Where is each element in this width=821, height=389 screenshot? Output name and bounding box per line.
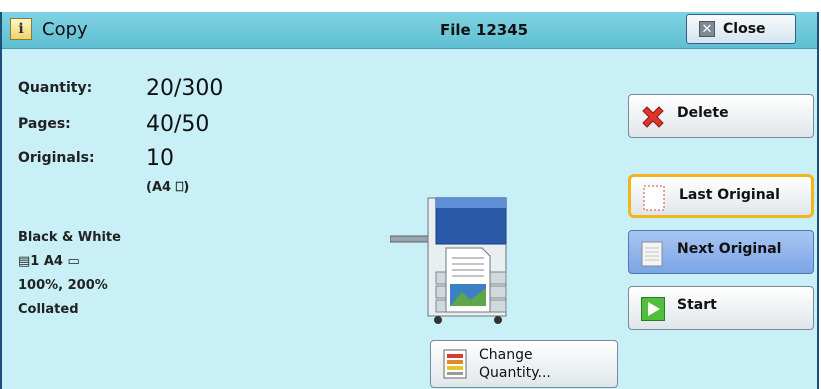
close-button[interactable]: ✕ Close bbox=[686, 14, 796, 44]
copy-job-window: i Copy File 12345 ✕ Close Quantity: 20/3… bbox=[0, 12, 819, 389]
change-quantity-button[interactable]: Change Quantity... bbox=[430, 340, 618, 388]
color-mode: Black & White bbox=[18, 230, 121, 245]
collation-setting: Collated bbox=[18, 302, 79, 317]
change-quantity-label-line1: Change bbox=[479, 347, 533, 363]
quantity-value: 20/300 bbox=[146, 76, 224, 101]
close-x-icon: ✕ bbox=[699, 21, 715, 37]
red-x-icon bbox=[642, 106, 664, 128]
originals-label: Originals: bbox=[18, 150, 95, 166]
file-name: File 12345 bbox=[440, 21, 529, 39]
title-bar: i Copy File 12345 ✕ Close bbox=[2, 12, 817, 49]
quantity-label: Quantity: bbox=[18, 80, 93, 96]
green-play-icon bbox=[641, 297, 665, 321]
original-size: (A4 ⎕) bbox=[146, 180, 190, 195]
info-icon[interactable]: i bbox=[10, 18, 32, 40]
next-original-label: Next Original bbox=[677, 241, 782, 257]
zoom-setting: 100%, 200% bbox=[18, 278, 108, 293]
delete-button[interactable]: Delete bbox=[628, 94, 814, 138]
pages-value: 40/50 bbox=[146, 112, 210, 137]
multifunction-printer-icon bbox=[390, 197, 507, 324]
start-button[interactable]: Start bbox=[628, 286, 814, 330]
pages-label: Pages: bbox=[18, 116, 71, 132]
last-original-button[interactable]: Last Original bbox=[628, 174, 814, 218]
start-label: Start bbox=[677, 297, 717, 313]
tray-and-size: ▤1 A4 ▭ bbox=[18, 254, 80, 269]
document-list-icon bbox=[443, 349, 467, 379]
window-title: Copy bbox=[42, 19, 88, 40]
blank-page-icon bbox=[641, 241, 663, 267]
originals-value: 10 bbox=[146, 146, 174, 171]
last-original-label: Last Original bbox=[679, 187, 780, 203]
close-label: Close bbox=[723, 21, 766, 37]
delete-label: Delete bbox=[677, 105, 729, 121]
next-original-button[interactable]: Next Original bbox=[628, 230, 814, 274]
change-quantity-label-line2: Quantity... bbox=[479, 365, 551, 381]
dotted-page-icon bbox=[643, 185, 665, 211]
